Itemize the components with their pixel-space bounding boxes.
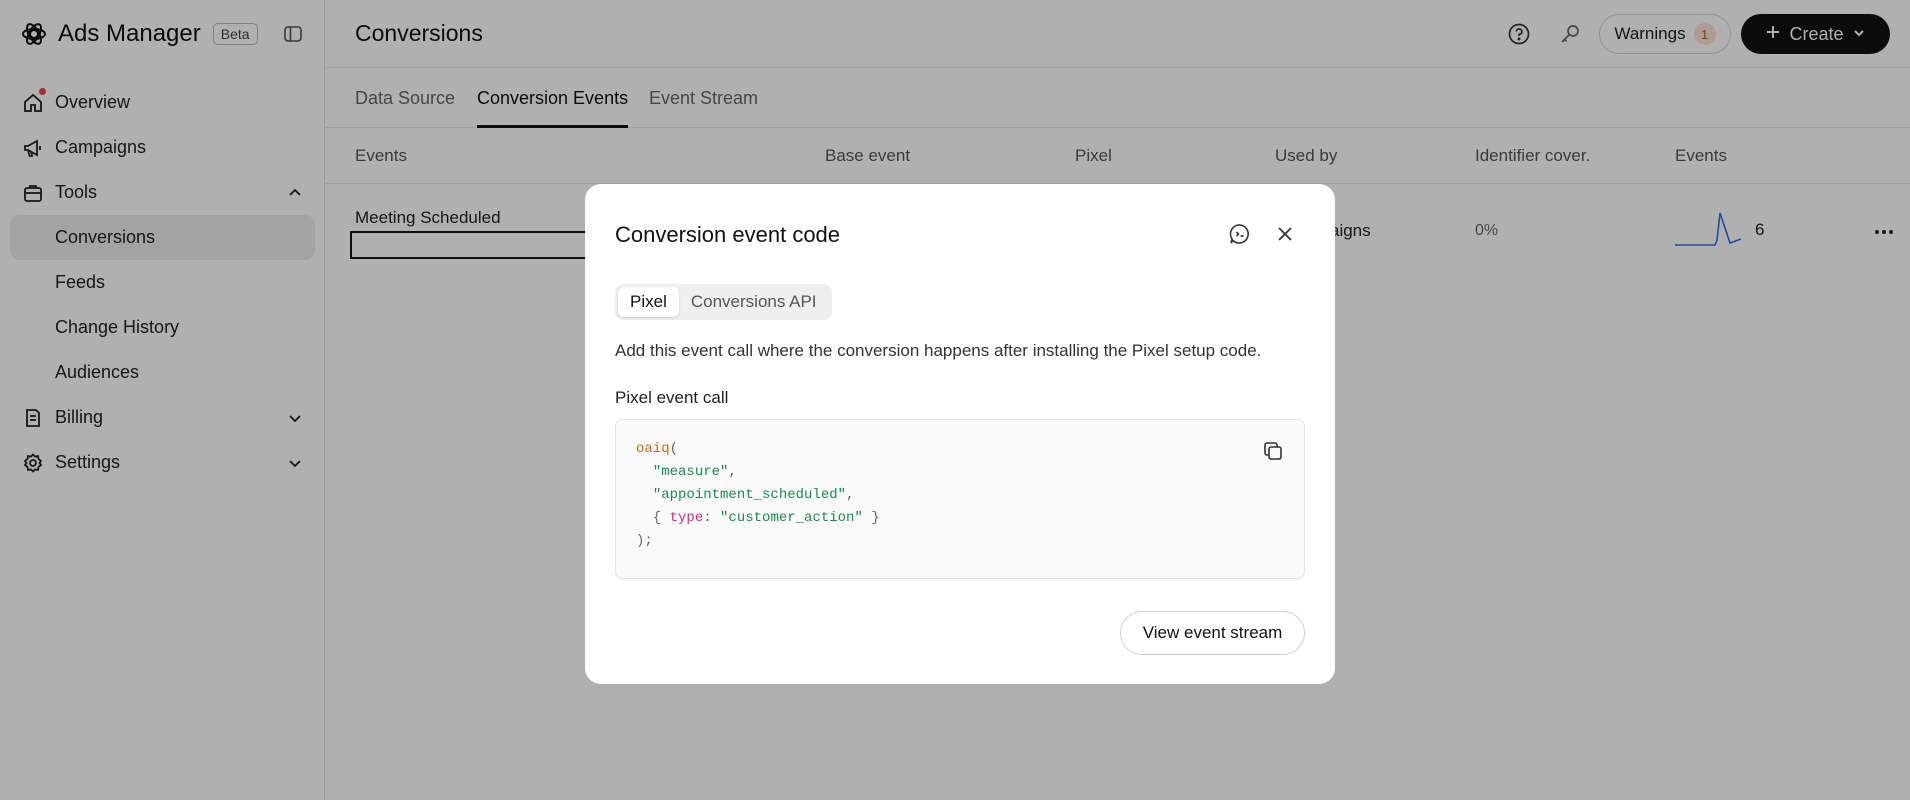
code-block[interactable]: oaiq( "measure", "appointment_scheduled"… — [615, 419, 1305, 579]
modal-description: Add this event call where the conversion… — [615, 341, 1262, 360]
view-event-stream-button[interactable]: View event stream — [1120, 611, 1305, 655]
feedback-icon[interactable] — [1228, 222, 1252, 246]
code-key: type — [669, 510, 704, 526]
code-snippet: oaiq( "measure", "appointment_scheduled"… — [636, 441, 880, 549]
code-argument-event: "appointment_scheduled" — [652, 487, 847, 503]
code-value: "customer_action" — [720, 510, 863, 526]
code-type-toggle: Pixel Conversions API — [615, 284, 832, 320]
tab-conversions-api[interactable]: Conversions API — [679, 287, 829, 317]
modal-title: Conversion event code — [615, 222, 841, 247]
code-argument-measure: "measure" — [652, 464, 729, 480]
code-function-name: oaiq — [636, 441, 670, 457]
code-label: Pixel event call — [615, 388, 729, 407]
copy-icon[interactable] — [1262, 440, 1284, 462]
conversion-event-code-modal: Conversion event code Pixel Conversions … — [585, 184, 1335, 684]
tab-pixel[interactable]: Pixel — [618, 287, 679, 317]
close-icon[interactable] — [1273, 222, 1297, 246]
